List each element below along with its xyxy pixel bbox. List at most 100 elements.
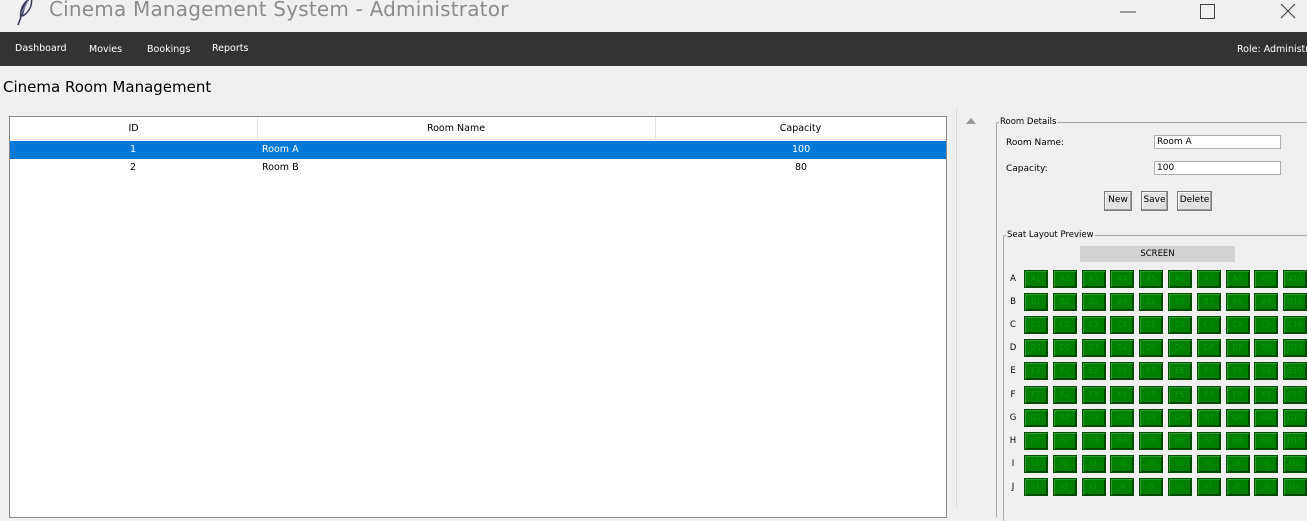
seat-button[interactable]: F9 — [1254, 385, 1279, 404]
seat-button[interactable]: H7 — [1196, 431, 1221, 450]
seat-button[interactable]: E6 — [1168, 362, 1192, 381]
seat-button[interactable]: F10 — [1283, 385, 1307, 404]
menu-dashboard[interactable]: Dashboard — [15, 43, 67, 54]
seat-button[interactable]: G5 — [1139, 408, 1164, 427]
pane-divider[interactable] — [956, 108, 957, 508]
seat-button[interactable]: A6 — [1168, 270, 1192, 288]
seat-button[interactable]: C5 — [1139, 316, 1164, 335]
seat-button[interactable]: D8 — [1225, 339, 1250, 358]
seat-button[interactable]: D5 — [1139, 339, 1164, 358]
seat-button[interactable]: H5 — [1139, 431, 1164, 450]
seat-button[interactable]: A2 — [1052, 270, 1077, 288]
seat-button[interactable]: B9 — [1254, 293, 1279, 312]
seat-button[interactable]: H3 — [1081, 431, 1106, 450]
maximize-button[interactable] — [1185, 0, 1231, 26]
column-header-id[interactable]: ID — [10, 117, 258, 139]
column-header-room-name[interactable]: Room Name — [257, 117, 656, 139]
seat-button[interactable]: A8 — [1225, 270, 1250, 288]
close-button[interactable] — [1265, 0, 1307, 26]
rooms-table[interactable]: ID Room Name Capacity 1 Room A 100 2 Roo… — [9, 116, 947, 518]
seat-button[interactable]: I3 — [1081, 454, 1106, 473]
seat-button[interactable]: G4 — [1110, 408, 1135, 427]
seat-button[interactable]: F1 — [1024, 385, 1048, 404]
seat-button[interactable]: J1 — [1024, 477, 1048, 496]
seat-button[interactable]: A5 — [1139, 270, 1164, 288]
seat-button[interactable]: H8 — [1225, 431, 1250, 450]
seat-button[interactable]: F8 — [1225, 385, 1250, 404]
seat-button[interactable]: A4 — [1110, 270, 1135, 288]
seat-button[interactable]: I7 — [1196, 454, 1221, 473]
seat-button[interactable]: G3 — [1081, 408, 1106, 427]
seat-button[interactable]: D7 — [1196, 339, 1221, 358]
seat-button[interactable]: B10 — [1283, 293, 1307, 312]
seat-button[interactable]: D2 — [1052, 339, 1077, 358]
seat-button[interactable]: F6 — [1168, 385, 1192, 404]
seat-button[interactable]: J8 — [1225, 477, 1250, 496]
seat-button[interactable]: A3 — [1081, 270, 1106, 288]
seat-button[interactable]: H9 — [1254, 431, 1279, 450]
seat-button[interactable]: C8 — [1225, 316, 1250, 335]
seat-button[interactable]: B5 — [1139, 293, 1164, 312]
seat-button[interactable]: G10 — [1283, 408, 1307, 427]
seat-button[interactable]: D10 — [1283, 339, 1307, 358]
seat-button[interactable]: B8 — [1225, 293, 1250, 312]
seat-button[interactable]: D4 — [1110, 339, 1135, 358]
seat-button[interactable]: J5 — [1139, 477, 1164, 496]
seat-button[interactable]: E2 — [1052, 362, 1077, 381]
menu-movies[interactable]: Movies — [89, 44, 122, 55]
seat-button[interactable]: C3 — [1081, 316, 1106, 335]
seat-button[interactable]: E5 — [1139, 362, 1164, 381]
seat-button[interactable]: B4 — [1110, 293, 1135, 312]
seat-button[interactable]: E10 — [1283, 362, 1307, 381]
seat-button[interactable]: B7 — [1196, 293, 1221, 312]
seat-button[interactable]: F2 — [1052, 385, 1077, 404]
seat-button[interactable]: I8 — [1225, 454, 1250, 473]
seat-button[interactable]: E1 — [1024, 362, 1048, 381]
seat-button[interactable]: B1 — [1024, 293, 1048, 312]
menu-bookings[interactable]: Bookings — [147, 44, 190, 55]
seat-button[interactable]: E7 — [1196, 362, 1221, 381]
table-row[interactable]: 2 Room B 80 — [10, 159, 946, 177]
seat-button[interactable]: G9 — [1254, 408, 1279, 427]
minimize-button[interactable] — [1105, 0, 1151, 26]
seat-button[interactable]: D1 — [1024, 339, 1048, 358]
seat-button[interactable]: H2 — [1052, 431, 1077, 450]
seat-button[interactable]: J6 — [1168, 477, 1192, 496]
seat-button[interactable]: H6 — [1168, 431, 1192, 450]
seat-button[interactable]: I1 — [1024, 454, 1048, 473]
seat-button[interactable]: I4 — [1110, 454, 1135, 473]
seat-button[interactable]: C2 — [1052, 316, 1077, 335]
delete-button[interactable]: Delete — [1177, 191, 1212, 211]
room-name-input[interactable] — [1154, 135, 1281, 149]
seat-button[interactable]: C7 — [1196, 316, 1221, 335]
seat-button[interactable]: A10 — [1283, 270, 1307, 288]
seat-button[interactable]: D9 — [1254, 339, 1279, 358]
seat-button[interactable]: I2 — [1052, 454, 1077, 473]
seat-button[interactable]: F4 — [1110, 385, 1135, 404]
seat-button[interactable]: G8 — [1225, 408, 1250, 427]
seat-button[interactable]: A9 — [1254, 270, 1279, 288]
seat-button[interactable]: C9 — [1254, 316, 1279, 335]
seat-button[interactable]: B2 — [1052, 293, 1077, 312]
seat-button[interactable]: F3 — [1081, 385, 1106, 404]
seat-button[interactable]: B3 — [1081, 293, 1106, 312]
seat-button[interactable]: I10 — [1283, 454, 1307, 473]
seat-button[interactable]: I6 — [1168, 454, 1192, 473]
seat-button[interactable]: E3 — [1081, 362, 1106, 381]
seat-button[interactable]: C6 — [1168, 316, 1192, 335]
seat-button[interactable]: I9 — [1254, 454, 1279, 473]
seat-button[interactable]: A7 — [1196, 270, 1221, 288]
seat-button[interactable]: J3 — [1081, 477, 1106, 496]
seat-button[interactable]: E9 — [1254, 362, 1279, 381]
seat-button[interactable]: H10 — [1283, 431, 1307, 450]
seat-button[interactable]: C1 — [1024, 316, 1048, 335]
seat-button[interactable]: A1 — [1024, 270, 1048, 288]
seat-button[interactable]: D6 — [1168, 339, 1192, 358]
capacity-input[interactable] — [1154, 161, 1281, 175]
column-header-capacity[interactable]: Capacity — [655, 117, 946, 139]
seat-button[interactable]: J4 — [1110, 477, 1135, 496]
seat-button[interactable]: B6 — [1168, 293, 1192, 312]
seat-button[interactable]: E4 — [1110, 362, 1135, 381]
seat-button[interactable]: I5 — [1139, 454, 1164, 473]
seat-button[interactable]: J7 — [1196, 477, 1221, 496]
